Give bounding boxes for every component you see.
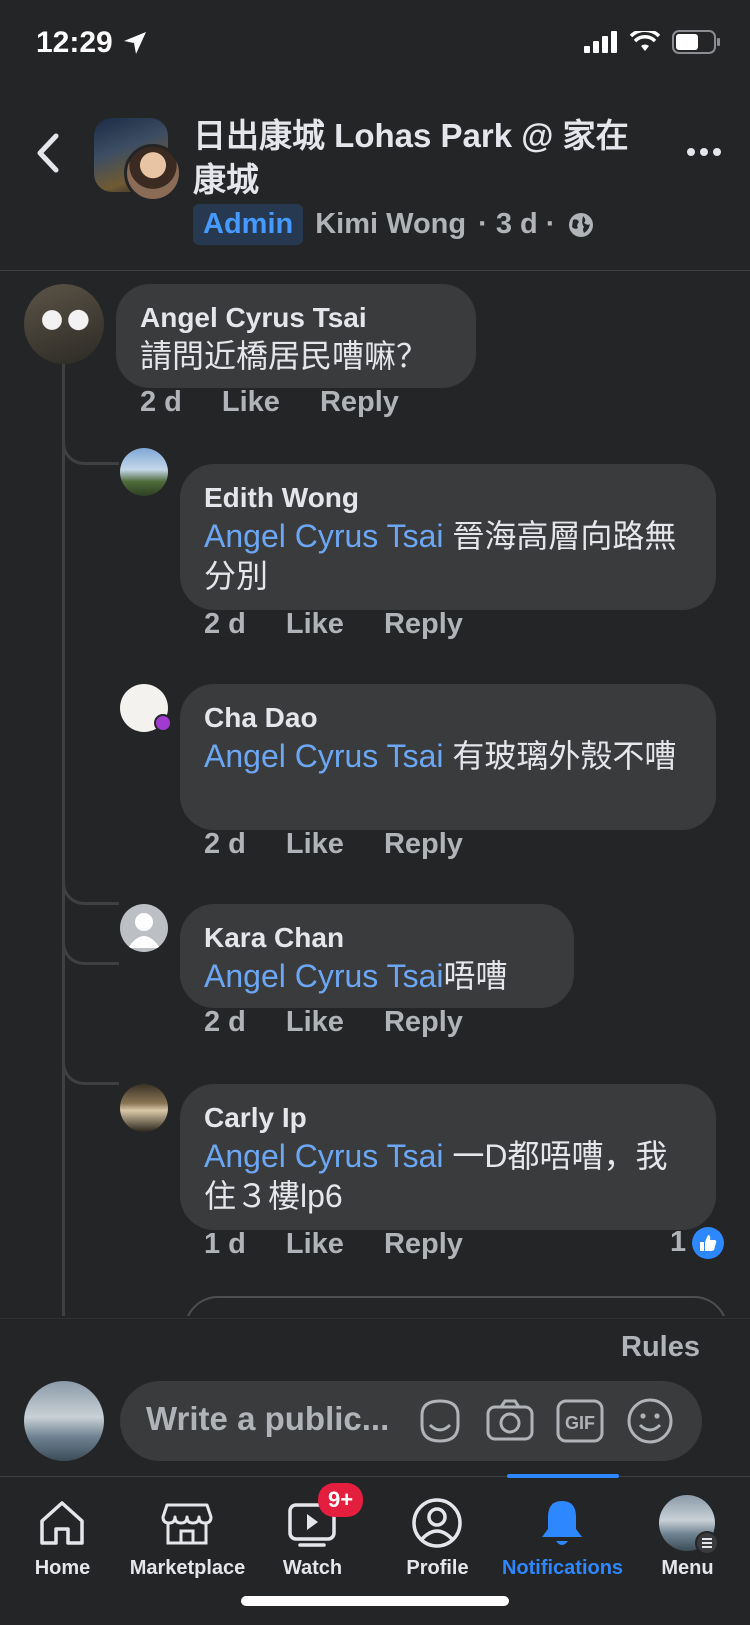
battery-icon — [672, 30, 720, 54]
thread-branch — [62, 866, 119, 905]
next-comment-bubble — [184, 1296, 728, 1316]
back-icon[interactable] — [28, 128, 68, 178]
tab-notifications[interactable]: Notifications — [500, 1477, 625, 1597]
commenter-name[interactable]: Edith Wong — [204, 480, 692, 516]
thread-branch — [62, 426, 119, 465]
reply-button[interactable]: Reply — [320, 386, 399, 419]
commenter-avatar[interactable] — [120, 904, 168, 952]
reply-button[interactable]: Reply — [384, 608, 463, 641]
status-badge — [154, 714, 172, 732]
mention-link[interactable]: Angel Cyrus Tsai — [204, 738, 444, 774]
commenter-name[interactable]: Carly Ip — [204, 1100, 692, 1136]
comment-text: 請問近橋居民嘈嘛？ — [140, 338, 429, 374]
wifi-icon — [630, 31, 660, 51]
tab-label: Home — [34, 1557, 91, 1579]
status-bar: 12:29 — [0, 0, 750, 90]
comment-time: 2 d — [204, 1006, 246, 1038]
sticker-icon[interactable] — [414, 1395, 466, 1447]
signal-icon — [584, 31, 617, 53]
mention-link[interactable]: Angel Cyrus Tsai — [204, 958, 444, 994]
reply-button[interactable]: Reply — [384, 1228, 463, 1261]
thread-branch — [62, 646, 119, 965]
tab-label: Profile — [406, 1557, 469, 1579]
tab-menu[interactable]: Menu — [625, 1477, 750, 1597]
tab-marketplace[interactable]: Marketplace — [125, 1477, 250, 1597]
menu-icon — [695, 1531, 719, 1555]
comment-bubble: Cha Dao Angel Cyrus Tsai 有玻璃外殼不嘈 — [180, 684, 716, 830]
reply-button[interactable]: Reply — [384, 1006, 463, 1039]
comment-actions: 2 d Like Reply — [140, 386, 399, 419]
tab-home[interactable]: Home — [0, 1477, 125, 1597]
comment-actions: 1 d Like Reply — [204, 1228, 463, 1261]
comment-composer: Rules Write a public... GIF — [0, 1318, 750, 1475]
globe-icon — [569, 212, 594, 237]
comment-thread: Angel Cyrus Tsai 請問近橋居民嘈嘛？ 2 d Like Repl… — [0, 270, 750, 1316]
status-indicators — [584, 30, 722, 54]
svg-text:GIF: GIF — [565, 1413, 595, 1433]
comment-text: Angel Cyrus Tsai 晉海高層向路無分別 — [204, 518, 677, 594]
more-icon[interactable] — [686, 142, 722, 162]
commenter-name[interactable]: Kara Chan — [204, 920, 550, 956]
camera-icon[interactable] — [484, 1395, 536, 1447]
comment-text: Angel Cyrus Tsai唔嘈 — [204, 958, 508, 994]
profile-icon — [412, 1498, 462, 1548]
comment-bubble: Edith Wong Angel Cyrus Tsai 晉海高層向路無分別 — [180, 464, 716, 610]
reaction-count: 1 — [670, 1226, 687, 1258]
tab-profile[interactable]: Profile — [375, 1477, 500, 1597]
commenter-avatar[interactable] — [120, 448, 168, 496]
like-reaction-icon — [692, 1226, 725, 1259]
tab-label: Notifications — [501, 1557, 624, 1579]
thread-branch — [62, 1046, 119, 1085]
home-indicator — [241, 1596, 509, 1606]
author-name[interactable]: Kimi Wong — [315, 208, 466, 241]
gif-icon[interactable]: GIF — [554, 1395, 606, 1447]
comment-actions: 2 d Like Reply — [204, 828, 463, 861]
post-age: · 3 d · — [478, 208, 556, 240]
mention-link[interactable]: Angel Cyrus Tsai — [204, 1138, 444, 1174]
location-arrow-icon — [124, 32, 146, 54]
commenter-avatar[interactable] — [24, 284, 104, 364]
my-avatar[interactable] — [24, 1381, 104, 1461]
comment-bubble: Carly Ip Angel Cyrus Tsai 一D都唔嘈，我住３樓lp6 — [180, 1084, 716, 1230]
mention-link[interactable]: Angel Cyrus Tsai — [204, 518, 444, 554]
author-avatar[interactable] — [124, 144, 182, 202]
home-icon — [40, 1501, 84, 1545]
like-button[interactable]: Like — [286, 828, 344, 861]
marketplace-icon — [161, 1503, 213, 1545]
comment-text: Angel Cyrus Tsai 一D都唔嘈，我住３樓lp6 — [204, 1138, 668, 1214]
comment-bubble: Kara Chan Angel Cyrus Tsai唔嘈 — [180, 904, 574, 1008]
watch-notification-badge: 9+ — [318, 1483, 364, 1517]
default-profile-icon — [128, 913, 160, 948]
comment-input[interactable]: Write a public... GIF — [120, 1381, 702, 1461]
group-title[interactable]: 日出康城 Lohas Park @ 家在康城 — [193, 114, 633, 202]
commenter-name[interactable]: Angel Cyrus Tsai — [140, 300, 452, 336]
comment-actions: 2 d Like Reply — [204, 1006, 463, 1039]
commenter-avatar[interactable] — [120, 1084, 168, 1132]
admin-badge: Admin — [193, 204, 304, 245]
bell-icon — [542, 1501, 582, 1545]
comment-actions: 2 d Like Reply — [204, 608, 463, 641]
like-button[interactable]: Like — [222, 386, 280, 419]
comment-time: 2 d — [204, 608, 246, 640]
comment-time: 2 d — [204, 828, 246, 860]
comment-time: 1 d — [204, 1228, 246, 1260]
tab-label: Watch — [282, 1557, 343, 1579]
post-header: 日出康城 Lohas Park @ 家在康城 Admin Kimi Wong ·… — [0, 100, 750, 271]
commenter-name[interactable]: Cha Dao — [204, 700, 692, 736]
reply-button[interactable]: Reply — [384, 828, 463, 861]
post-meta: Admin Kimi Wong · 3 d · — [193, 204, 595, 245]
status-time: 12:29 — [36, 26, 113, 59]
comment-time: 2 d — [140, 386, 182, 418]
like-button[interactable]: Like — [286, 1228, 344, 1261]
reaction-summary[interactable]: 1 — [670, 1226, 725, 1259]
comment-placeholder[interactable]: Write a public... — [146, 1400, 416, 1438]
tab-label: Menu — [661, 1557, 714, 1579]
tab-label: Marketplace — [129, 1557, 246, 1579]
like-button[interactable]: Like — [286, 608, 344, 641]
comment-text: Angel Cyrus Tsai 有玻璃外殼不嘈 — [204, 738, 677, 774]
comment-bubble: Angel Cyrus Tsai 請問近橋居民嘈嘛？ — [116, 284, 476, 388]
emoji-icon[interactable] — [624, 1395, 676, 1447]
like-button[interactable]: Like — [286, 1006, 344, 1039]
rules-link[interactable]: Rules — [621, 1331, 700, 1364]
